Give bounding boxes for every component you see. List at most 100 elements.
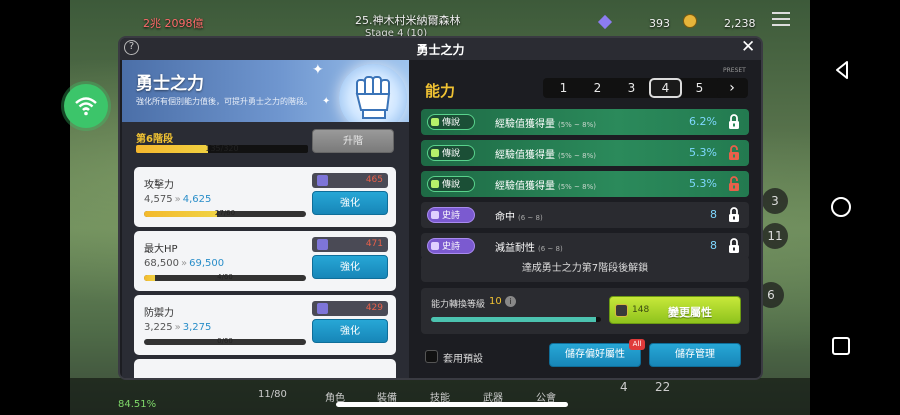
preset-next-button[interactable]: › — [717, 78, 747, 98]
ability-range: (5% ~ 8%) — [558, 152, 596, 160]
unlock-icon[interactable] — [728, 175, 740, 192]
convert-level-label: 能力轉換等級 — [431, 300, 486, 310]
unlock-icon[interactable] — [728, 144, 740, 161]
back-icon[interactable] — [834, 60, 850, 80]
ability-value: 5.3% — [689, 146, 717, 159]
save-preferred-attributes-button[interactable]: 儲存偏好屬性 — [549, 343, 641, 367]
ability-name: 減益耐性 — [495, 243, 535, 254]
preset-tab-2[interactable]: 2 — [581, 78, 614, 98]
ability-name: 命中 — [495, 212, 515, 223]
stat-name: 防禦力 — [144, 308, 174, 319]
save-management-button[interactable]: 儲存管理 — [649, 343, 741, 367]
info-icon[interactable]: i — [505, 296, 516, 307]
gold-count: 2,238 — [724, 17, 756, 30]
grade-label: 傳說 — [441, 180, 460, 190]
hamburger-menu-icon[interactable] — [772, 12, 790, 26]
grade-label: 史詩 — [441, 242, 460, 252]
stat-next: 4,625 — [182, 194, 212, 205]
enhance-defense-button[interactable]: 強化 — [312, 319, 388, 343]
sparkle-icon: ✦ — [322, 96, 331, 107]
ability-row: 傳說 經驗值獲得量 (5% ~ 8%) 6.2% — [421, 109, 749, 135]
preset-tab-4[interactable]: 4 — [649, 78, 682, 98]
ability-text: 經驗值獲得量 (5% ~ 8%) — [495, 146, 596, 161]
hero-title: 勇士之力 — [136, 74, 204, 94]
apply-preset-label: 套用預設 — [443, 354, 483, 365]
all-badge: All — [629, 339, 645, 350]
fist-emblem-icon — [339, 64, 407, 122]
change-attribute-label: 變更屬性 — [668, 306, 712, 319]
grade-badge: 傳說 — [427, 145, 475, 161]
grade-badge: 史詩 — [427, 238, 475, 254]
stat-current: 3,225 — [144, 322, 173, 333]
warrior-power-panel: 勇士之力 強化所有個別能力值後，可提升勇士之力的階段。 ✦ ✦ 第6階段 135… — [122, 60, 409, 378]
wifi-icon — [75, 97, 97, 116]
ability-name: 經驗值獲得量 — [495, 150, 555, 161]
grade-badge: 傳說 — [427, 114, 475, 130]
lock-icon[interactable] — [728, 237, 740, 254]
ability-range: (6 ~ 8) — [538, 245, 563, 253]
change-attribute-button[interactable]: 148 變更屬性 — [609, 296, 741, 324]
convert-level-value: 10 — [489, 296, 502, 307]
close-button[interactable]: ✕ — [741, 38, 755, 57]
preset-tab-5[interactable]: 5 — [683, 78, 716, 98]
stat-values: 4,575» 4,625 — [144, 194, 211, 205]
home-indicator[interactable] — [336, 402, 568, 407]
gem-count: 393 — [649, 17, 670, 30]
stat-card-attack: 攻擊力 4,575» 4,625 27/60 465 強化 — [134, 167, 396, 227]
preset-tab-3[interactable]: 3 — [615, 78, 648, 98]
cost-value: 465 — [365, 175, 383, 185]
grade-badge: 史詩 — [427, 207, 475, 223]
stat-card-defense: 防禦力 3,225» 3,275 0/60 429 強化 — [134, 295, 396, 355]
arrow-icon: » — [174, 194, 181, 205]
ability-row: 傳說 經驗值獲得量 (5% ~ 8%) 5.3% — [421, 171, 749, 197]
ability-text: 命中 (6 ~ 8) — [495, 208, 543, 223]
change-cost: 148 — [632, 305, 650, 315]
rank-up-button[interactable]: 升階 — [312, 129, 394, 153]
home-icon[interactable] — [831, 197, 851, 217]
side-counter[interactable]: 11 — [762, 223, 788, 249]
grade-icon — [431, 211, 439, 219]
preset-label: PRESET — [723, 67, 746, 74]
map-name: 25.神木村米納爾森林 — [355, 14, 461, 27]
preset-tab-1[interactable]: 1 — [547, 78, 580, 98]
android-navigation-bar — [810, 0, 900, 415]
apply-preset-checkbox[interactable] — [425, 350, 438, 363]
ability-row: 史詩 命中 (6 ~ 8) 8 — [421, 202, 749, 228]
ability-range: (5% ~ 8%) — [558, 183, 596, 191]
stat-values: 3,225» 3,275 — [144, 322, 211, 333]
wifi-floating-button[interactable] — [64, 84, 108, 128]
recent-apps-icon[interactable] — [832, 337, 850, 355]
stat-progress-text: 27/60 — [214, 209, 236, 217]
ability-text: 經驗值獲得量 (5% ~ 8%) — [495, 177, 596, 192]
enhance-attack-button[interactable]: 強化 — [312, 191, 388, 215]
grade-icon — [431, 118, 439, 126]
stat-progress-text: 0/60 — [217, 337, 233, 345]
lock-icon[interactable] — [728, 113, 740, 130]
dialog-title: 勇士之力 — [416, 43, 465, 57]
ability-value: 5.3% — [689, 177, 717, 190]
arrow-icon: » — [174, 322, 181, 333]
side-counter[interactable]: 3 — [762, 188, 788, 214]
ability-name: 經驗值獲得量 — [495, 119, 555, 130]
cost-box: 429 — [312, 301, 388, 316]
convert-progress-bar — [431, 317, 601, 322]
bottom-counter: 22 — [655, 380, 671, 394]
stat-name: 攻擊力 — [144, 180, 174, 191]
cost-value: 471 — [365, 239, 383, 249]
stat-values: 68,500» 69,500 — [144, 258, 224, 269]
bottom-counter: 4 — [620, 380, 628, 394]
lock-icon[interactable] — [728, 206, 740, 223]
grade-label: 史詩 — [441, 211, 460, 221]
stat-progress-text: 4/60 — [217, 273, 233, 281]
combat-power-text: 2兆 2098億 — [143, 17, 204, 30]
hero-description: 強化所有個別能力值後，可提升勇士之力的階段。 — [136, 97, 312, 106]
ability-title: 能力 — [425, 82, 456, 100]
cost-box: 465 — [312, 173, 388, 188]
sparkle-icon: ✦ — [312, 62, 324, 78]
grade-icon — [431, 242, 439, 250]
stage-progress-text: 135/320 — [205, 144, 239, 153]
enhance-max-hp-button[interactable]: 強化 — [312, 255, 388, 279]
crystal-icon — [317, 175, 328, 186]
crystal-icon — [317, 239, 328, 250]
grade-badge: 傳說 — [427, 176, 475, 192]
